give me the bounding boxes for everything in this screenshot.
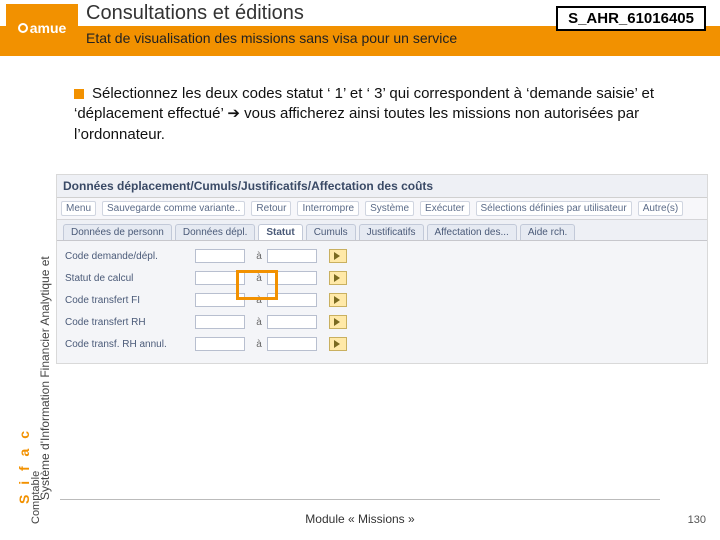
- multiple-selection-icon[interactable]: [329, 337, 347, 351]
- sap-input-from[interactable]: [195, 249, 245, 263]
- sap-to-label: à: [251, 317, 267, 328]
- sap-input-from[interactable]: [195, 337, 245, 351]
- sap-tab[interactable]: Données de personn: [63, 224, 172, 240]
- brand-logo: amue: [6, 4, 78, 52]
- sap-selection-form: Code demande/dépl. à Statut de calcul à …: [57, 241, 707, 363]
- sap-selection-row: Code demande/dépl. à: [65, 247, 699, 265]
- transaction-code: S_AHR_61016405: [556, 6, 706, 31]
- sap-tabstrip: Données de personn Données dépl. Statut …: [57, 220, 707, 241]
- sap-input-from[interactable]: [195, 271, 245, 285]
- sap-input-to[interactable]: [267, 271, 317, 285]
- sap-to-label: à: [251, 295, 267, 306]
- sap-menu-item[interactable]: Menu: [61, 201, 96, 216]
- multiple-selection-icon[interactable]: [329, 249, 347, 263]
- instruction-text: Sélectionnez les deux codes statut ‘ 1’ …: [74, 85, 654, 143]
- sap-menu-item[interactable]: Interrompre: [297, 201, 359, 216]
- sidebar-line1: Système d'Information Financier Analytiq…: [38, 256, 52, 500]
- sap-input-to[interactable]: [267, 337, 317, 351]
- sap-tab[interactable]: Aide rch.: [520, 224, 575, 240]
- sap-screenshot: Données déplacement/Cumuls/Justificatifs…: [56, 174, 708, 364]
- sap-selection-row: Code transfert FI à: [65, 291, 699, 309]
- sap-selection-row: Statut de calcul à: [65, 269, 699, 287]
- sap-field-label: Statut de calcul: [65, 273, 195, 284]
- sap-tab[interactable]: Cumuls: [306, 224, 356, 240]
- sap-field-label: Code transfert RH: [65, 317, 195, 328]
- page-number: 130: [688, 514, 706, 526]
- sap-selection-row: Code transf. RH annul. à: [65, 335, 699, 353]
- sap-tab[interactable]: Données dépl.: [175, 224, 256, 240]
- multiple-selection-icon[interactable]: [329, 271, 347, 285]
- sap-menu-item[interactable]: Autre(s): [638, 201, 684, 216]
- multiple-selection-icon[interactable]: [329, 293, 347, 307]
- sap-menu-item[interactable]: Système: [365, 201, 414, 216]
- sap-menubar: Menu Sauvegarde comme variante.. Retour …: [57, 198, 707, 220]
- sap-input-to[interactable]: [267, 315, 317, 329]
- sap-to-label: à: [251, 273, 267, 284]
- footer-divider: [60, 499, 660, 500]
- header: amue Consultations et éditions Etat de v…: [0, 0, 720, 58]
- instruction-paragraph: Sélectionnez les deux codes statut ‘ 1’ …: [74, 84, 694, 145]
- sap-menu-item[interactable]: Sauvegarde comme variante..: [102, 201, 245, 216]
- sidebar-vertical: S i f a c Système d'Information Financie…: [0, 70, 48, 500]
- sap-tab[interactable]: Affectation des...: [427, 224, 517, 240]
- sap-to-label: à: [251, 251, 267, 262]
- sap-field-label: Code transf. RH annul.: [65, 339, 195, 350]
- sap-field-label: Code demande/dépl.: [65, 251, 195, 262]
- sap-input-to[interactable]: [267, 249, 317, 263]
- sap-window-title: Données déplacement/Cumuls/Justificatifs…: [57, 175, 707, 198]
- logo-text: amue: [30, 20, 67, 36]
- multiple-selection-icon[interactable]: [329, 315, 347, 329]
- sap-menu-item[interactable]: Sélections définies par utilisateur: [476, 201, 632, 216]
- page-title: Consultations et éditions: [86, 2, 304, 25]
- sap-to-label: à: [251, 339, 267, 350]
- sap-selection-row: Code transfert RH à: [65, 313, 699, 331]
- sap-field-label: Code transfert FI: [65, 295, 195, 306]
- sap-input-from[interactable]: [195, 315, 245, 329]
- sap-tab[interactable]: Justificatifs: [359, 224, 424, 240]
- bullet-icon: [74, 89, 84, 99]
- footer-module: Module « Missions »: [0, 512, 720, 526]
- sap-input-from[interactable]: [195, 293, 245, 307]
- page-subtitle: Etat de visualisation des missions sans …: [86, 30, 457, 46]
- sap-input-to[interactable]: [267, 293, 317, 307]
- sap-menu-item[interactable]: Exécuter: [420, 201, 469, 216]
- sap-tab-active[interactable]: Statut: [258, 224, 302, 240]
- sap-menu-item[interactable]: Retour: [251, 201, 291, 216]
